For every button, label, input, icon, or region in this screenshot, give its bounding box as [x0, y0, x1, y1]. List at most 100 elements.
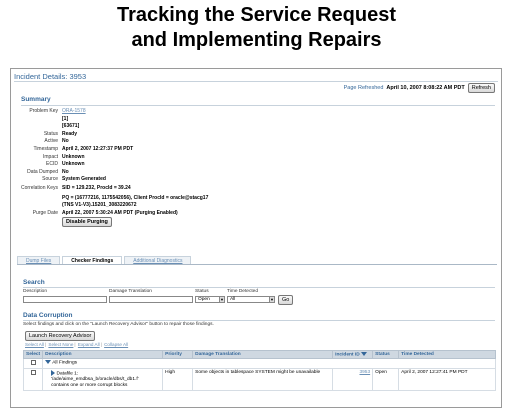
correlation-line: SID = 129.232, ProcId = 39.24: [62, 184, 131, 191]
findings-table: Select Description Priority Damage Trans…: [22, 349, 496, 392]
problem-key-link[interactable]: ORA-1578: [62, 108, 86, 116]
disable-purging-button[interactable]: Disable Purging: [62, 217, 112, 228]
summary-heading: Summary: [21, 96, 51, 103]
table-row: Datafile 1: '/ade/aime_emdbsa_b/oracle/d…: [22, 368, 496, 392]
select-none-link[interactable]: Select None: [48, 342, 73, 347]
expand-down-icon[interactable]: [45, 360, 52, 365]
damage-cell: Some objects in tablespace SYSTEM might …: [192, 368, 334, 392]
all-findings-label: All Findings: [52, 360, 78, 366]
refresh-button[interactable]: Refresh: [467, 83, 495, 93]
time-detected-label: Time Detected: [227, 289, 259, 294]
table-header-row: Select Description Priority Damage Trans…: [22, 349, 496, 360]
column-header-select: Select: [22, 349, 44, 360]
incident-title: Incident Details: 3953: [14, 72, 87, 81]
summary-key: Source: [42, 176, 58, 183]
description-input[interactable]: [23, 296, 107, 303]
summary-value: No: [62, 138, 69, 145]
select-cell: [22, 368, 44, 392]
summary-value: April 2, 2007 12:27:37 PM PDT: [62, 145, 134, 152]
status-cell: Open: [372, 368, 400, 392]
expand-right-icon[interactable]: [51, 370, 56, 377]
status-select-value: Open: [198, 297, 210, 302]
summary-row-data-dumped: Data Dumped No: [17, 169, 257, 177]
summary-value: [63671]: [62, 123, 80, 130]
summary-row-timestamp: Timestamp April 2, 2007 12:27:37 PM PDT: [17, 146, 257, 154]
summary-value: Ready: [62, 130, 78, 137]
summary-key: [17, 123, 62, 131]
chevron-down-icon: ▼: [269, 297, 274, 302]
column-header-damage-translation[interactable]: Damage Translation: [192, 349, 334, 360]
corruption-hint: Select findings and click on the "Launch…: [23, 322, 214, 327]
summary-row-source: Source System Generated: [17, 176, 257, 184]
summary-row-status: Status Ready: [17, 131, 257, 139]
selection-links: Select All| Select None| Expand All| Col…: [25, 342, 129, 347]
column-header-status[interactable]: Status: [372, 349, 400, 360]
finding-checkbox[interactable]: [30, 370, 36, 376]
chevron-down-icon: ▼: [219, 297, 224, 302]
summary-key: Timestamp: [33, 145, 58, 152]
slide-title-line2: and Implementing Repairs: [131, 29, 382, 51]
summary-row-arg1: [1]: [17, 116, 257, 124]
summary-row-purge-date: Purge Date April 22, 2007 5:30:24 AM PDT…: [17, 210, 257, 228]
time-select-value: All: [230, 297, 236, 302]
page-refreshed-value: April 10, 2007 8:08:22 AM PDT: [386, 85, 465, 91]
column-header-time-detected[interactable]: Time Detected: [398, 349, 496, 360]
tab-checker-findings[interactable]: Checker Findings: [62, 256, 123, 264]
priority-cell: High: [162, 368, 194, 392]
summary-key: Problem Key: [29, 108, 58, 114]
damage-translation-label: Damage Translation: [109, 289, 152, 294]
summary-rule: [21, 105, 495, 106]
select-cell: [22, 358, 44, 370]
summary-row-impact: Impact Unknown: [17, 154, 257, 162]
all-findings-cell: All Findings: [42, 358, 496, 370]
summary-details: Problem Key ORA-1578 [1] [63671] Status …: [17, 108, 257, 228]
time-detected-select[interactable]: All ▼: [227, 296, 275, 303]
column-header-incident-id[interactable]: Incident ID: [332, 349, 374, 360]
description-label: Description: [23, 289, 47, 294]
column-header-description[interactable]: Description: [42, 349, 164, 360]
correlation-line: PQ = (16777216, 1175542056), Client Proc…: [62, 194, 209, 201]
correlation-line: (TNS V1-V3).15201_3083220672: [62, 202, 137, 209]
summary-value: No: [62, 168, 69, 175]
search-rule: [23, 287, 495, 288]
corruption-rule: [23, 320, 495, 321]
go-button[interactable]: Go: [278, 295, 294, 305]
sort-desc-icon: [361, 352, 368, 356]
data-corruption-heading: Data Corruption: [23, 312, 73, 319]
slide-title-line1: Tracking the Service Request: [116, 4, 396, 26]
summary-key: ECID: [46, 161, 58, 168]
divider: [14, 81, 498, 82]
summary-row-active: Active No: [17, 138, 257, 146]
tab-additional-diagnostics[interactable]: Additional Diagnostics: [124, 256, 192, 264]
description-line: Datafile 1:: [56, 371, 79, 377]
status-label: Status: [195, 289, 209, 294]
table-row: All Findings: [22, 358, 496, 370]
incident-screenshot: Incident Details: 3953 Page Refreshed Ap…: [10, 68, 502, 408]
refresh-bar: Page Refreshed April 10, 2007 8:08:22 AM…: [344, 83, 495, 93]
incident-id-link[interactable]: 3953: [359, 370, 370, 375]
purge-value-wrap: April 22, 2007 5:30:24 AM PDT (Purging E…: [62, 210, 178, 228]
detail-tabs: Dump Files Checker Findings Additional D…: [17, 256, 497, 265]
launch-recovery-advisor-button[interactable]: Launch Recovery Advisor: [25, 331, 96, 341]
search-heading: Search: [23, 279, 45, 286]
summary-value: Unknown: [62, 153, 85, 160]
summary-row-arg2: [63671]: [17, 123, 257, 131]
status-select[interactable]: Open ▼: [195, 296, 225, 303]
tab-dump-files[interactable]: Dump Files: [17, 256, 61, 264]
expand-all-link[interactable]: Expand All: [78, 342, 100, 347]
page-refreshed-label: Page Refreshed: [343, 85, 384, 91]
summary-row-ecid: ECID Unknown: [17, 161, 257, 169]
all-findings-checkbox[interactable]: [30, 360, 36, 366]
summary-key: Data Dumped: [27, 168, 58, 175]
summary-key: Purge Date: [32, 209, 58, 216]
summary-key: Active: [44, 138, 58, 145]
summary-row-correlation: Correlation Keys SID = 129.232, ProcId =…: [17, 185, 257, 210]
summary-key: [17, 116, 62, 124]
summary-value: [1]: [62, 115, 69, 122]
summary-value: Unknown: [62, 161, 85, 168]
collapse-all-link[interactable]: Collapse All: [104, 342, 128, 347]
description-line: '/ade/aime_emdbsa_b/oracle/dbs/t_db1.f': [51, 377, 139, 383]
damage-translation-input[interactable]: [109, 296, 193, 303]
column-header-priority[interactable]: Priority: [162, 349, 194, 360]
select-all-link[interactable]: Select All: [25, 342, 44, 347]
